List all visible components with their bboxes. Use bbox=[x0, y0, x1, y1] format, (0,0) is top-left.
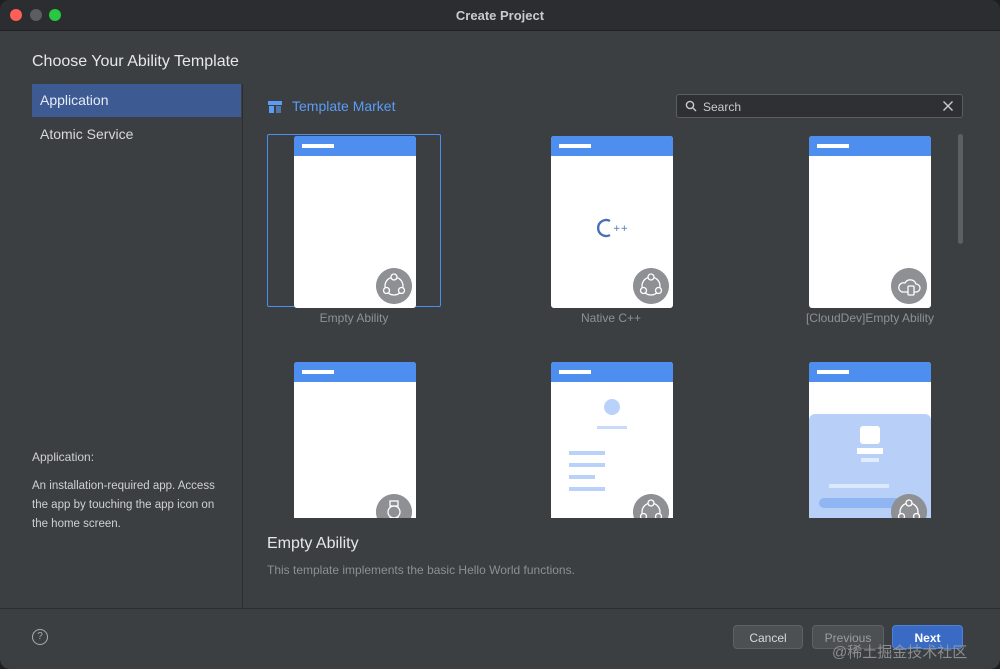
title-bar: Create Project bbox=[0, 0, 1000, 31]
template-preview bbox=[809, 136, 931, 308]
search-input[interactable] bbox=[701, 97, 935, 117]
ability-cluster-icon bbox=[376, 268, 412, 304]
svg-text:++: ++ bbox=[613, 224, 628, 234]
template-preview: ++ bbox=[551, 136, 673, 308]
avatar bbox=[604, 399, 620, 415]
preview-line bbox=[569, 451, 605, 455]
preview-line bbox=[569, 463, 605, 467]
ability-cluster-icon bbox=[633, 494, 669, 518]
template-grid: Empty Ability ++ Native C++ [CloudDev]Em… bbox=[243, 128, 958, 518]
preview-line bbox=[597, 426, 627, 429]
template-detail-title: Empty Ability bbox=[267, 535, 359, 552]
search-icon bbox=[685, 100, 697, 112]
help-icon[interactable]: ? bbox=[32, 629, 48, 645]
category-description: An installation-required app. Access the… bbox=[32, 480, 215, 530]
create-project-window: Create Project Choose Your Ability Templ… bbox=[0, 0, 1000, 669]
category-description-title: Application: bbox=[32, 450, 95, 464]
clear-search-icon[interactable] bbox=[942, 100, 954, 112]
sidebar-item-atomic-service[interactable]: Atomic Service bbox=[32, 118, 241, 151]
template-market-icon bbox=[268, 101, 282, 113]
template-preview bbox=[809, 362, 931, 518]
template-preview bbox=[294, 136, 416, 308]
ability-cluster-icon bbox=[633, 268, 669, 304]
template-label: Empty Ability bbox=[319, 311, 389, 325]
preview-line bbox=[569, 487, 605, 491]
sidebar-item-application[interactable]: Application bbox=[32, 84, 241, 117]
footer-divider bbox=[0, 608, 1000, 609]
template-label: [CloudDev]Empty Ability bbox=[805, 311, 935, 325]
template-card-clouddev-empty-ability[interactable]: [CloudDev]Empty Ability bbox=[758, 128, 934, 328]
page-heading: Choose Your Ability Template bbox=[32, 53, 239, 70]
template-market-link[interactable]: Template Market bbox=[292, 98, 395, 114]
cancel-button[interactable]: Cancel bbox=[733, 625, 803, 649]
window-title: Create Project bbox=[455, 8, 545, 23]
template-card-empty-ability[interactable]: Empty Ability bbox=[243, 128, 441, 328]
template-detail-description: This template implements the basic Hello… bbox=[267, 563, 575, 577]
template-card-widget[interactable] bbox=[758, 354, 934, 518]
template-preview bbox=[551, 362, 673, 518]
template-label: Native C++ bbox=[580, 311, 642, 325]
template-card-wearable[interactable] bbox=[243, 354, 419, 518]
search-box bbox=[676, 94, 963, 118]
template-grid-scrollbar[interactable] bbox=[958, 134, 963, 244]
watermark: @稀土掘金技术社区 bbox=[832, 644, 968, 661]
cloud-device-icon bbox=[891, 268, 927, 304]
template-card-native-cpp[interactable]: ++ Native C++ bbox=[501, 128, 677, 328]
template-preview bbox=[294, 362, 416, 518]
cpp-logo-icon: ++ bbox=[597, 218, 628, 238]
preview-line bbox=[569, 475, 595, 479]
template-card-list-page[interactable] bbox=[501, 354, 677, 518]
watch-icon bbox=[376, 494, 412, 518]
